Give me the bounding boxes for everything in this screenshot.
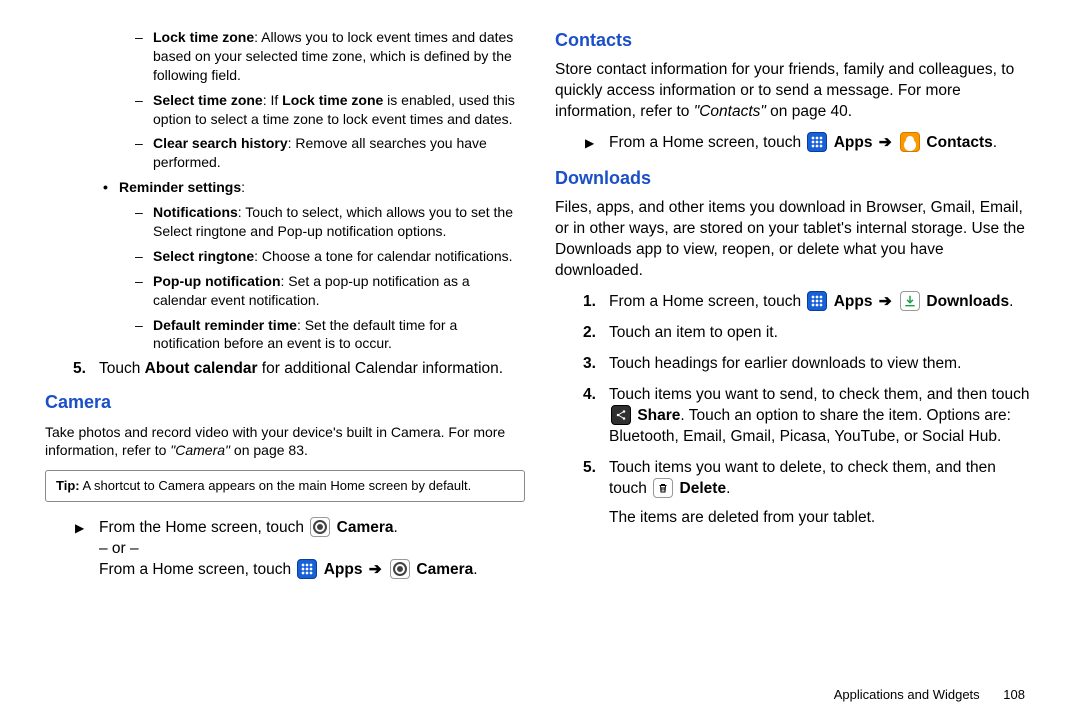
downloads-step-4: 4. Touch items you want to send, to chec… xyxy=(555,385,1035,448)
downloads-step-1: 1. From a Home screen, touch Apps ➔ Down… xyxy=(555,292,1035,313)
term-label: Clear search history xyxy=(153,135,288,151)
apps-icon xyxy=(807,291,827,311)
reminder-notifications: Notifications: Touch to select, which al… xyxy=(45,203,525,241)
camera-icon xyxy=(310,517,330,537)
reminder-popup-notification: Pop-up notification: Set a pop-up notifi… xyxy=(45,272,525,310)
delete-icon xyxy=(653,478,673,498)
downloads-icon xyxy=(900,291,920,311)
camera-launch-step: From the Home screen, touch Camera. – or… xyxy=(45,518,525,581)
share-icon xyxy=(611,405,631,425)
downloads-heading: Downloads xyxy=(555,166,1035,190)
contacts-icon xyxy=(900,132,920,152)
apps-icon xyxy=(297,559,317,579)
apps-icon xyxy=(807,132,827,152)
reminder-default-time: Default reminder time: Set the default t… xyxy=(45,316,525,354)
downloads-intro: Files, apps, and other items you downloa… xyxy=(555,198,1035,282)
contacts-intro: Store contact information for your frien… xyxy=(555,60,1035,123)
setting-select-time-zone: Select time zone: If Lock time zone is e… xyxy=(45,91,525,129)
contacts-heading: Contacts xyxy=(555,28,1035,52)
setting-clear-search-history: Clear search history: Remove all searche… xyxy=(45,134,525,172)
camera-intro: Take photos and record video with your d… xyxy=(45,423,525,461)
term-label: Select time zone xyxy=(153,92,263,108)
camera-icon xyxy=(390,559,410,579)
downloads-step-2: 2. Touch an item to open it. xyxy=(555,323,1035,344)
reminder-settings-heading: Reminder settings: xyxy=(45,178,525,197)
camera-heading: Camera xyxy=(45,390,525,414)
term-label: Lock time zone xyxy=(153,29,254,45)
left-column: Lock time zone: Allows you to lock event… xyxy=(45,28,525,593)
contacts-launch-step: From a Home screen, touch Apps ➔ Contact… xyxy=(555,133,1035,154)
setting-lock-time-zone: Lock time zone: Allows you to lock event… xyxy=(45,28,525,85)
footer-page-number: 108 xyxy=(1003,687,1025,702)
camera-tip: Tip: A shortcut to Camera appears on the… xyxy=(45,470,525,502)
page-footer: Applications and Widgets 108 xyxy=(834,687,1025,702)
calendar-step-5: 5. Touch About calendar for additional C… xyxy=(45,359,525,380)
footer-section: Applications and Widgets xyxy=(834,687,980,702)
downloads-step-3: 3. Touch headings for earlier downloads … xyxy=(555,354,1035,375)
right-column: Contacts Store contact information for y… xyxy=(555,28,1035,593)
downloads-step-5: 5. Touch items you want to delete, to ch… xyxy=(555,458,1035,529)
reminder-select-ringtone: Select ringtone: Choose a tone for calen… xyxy=(45,247,525,266)
